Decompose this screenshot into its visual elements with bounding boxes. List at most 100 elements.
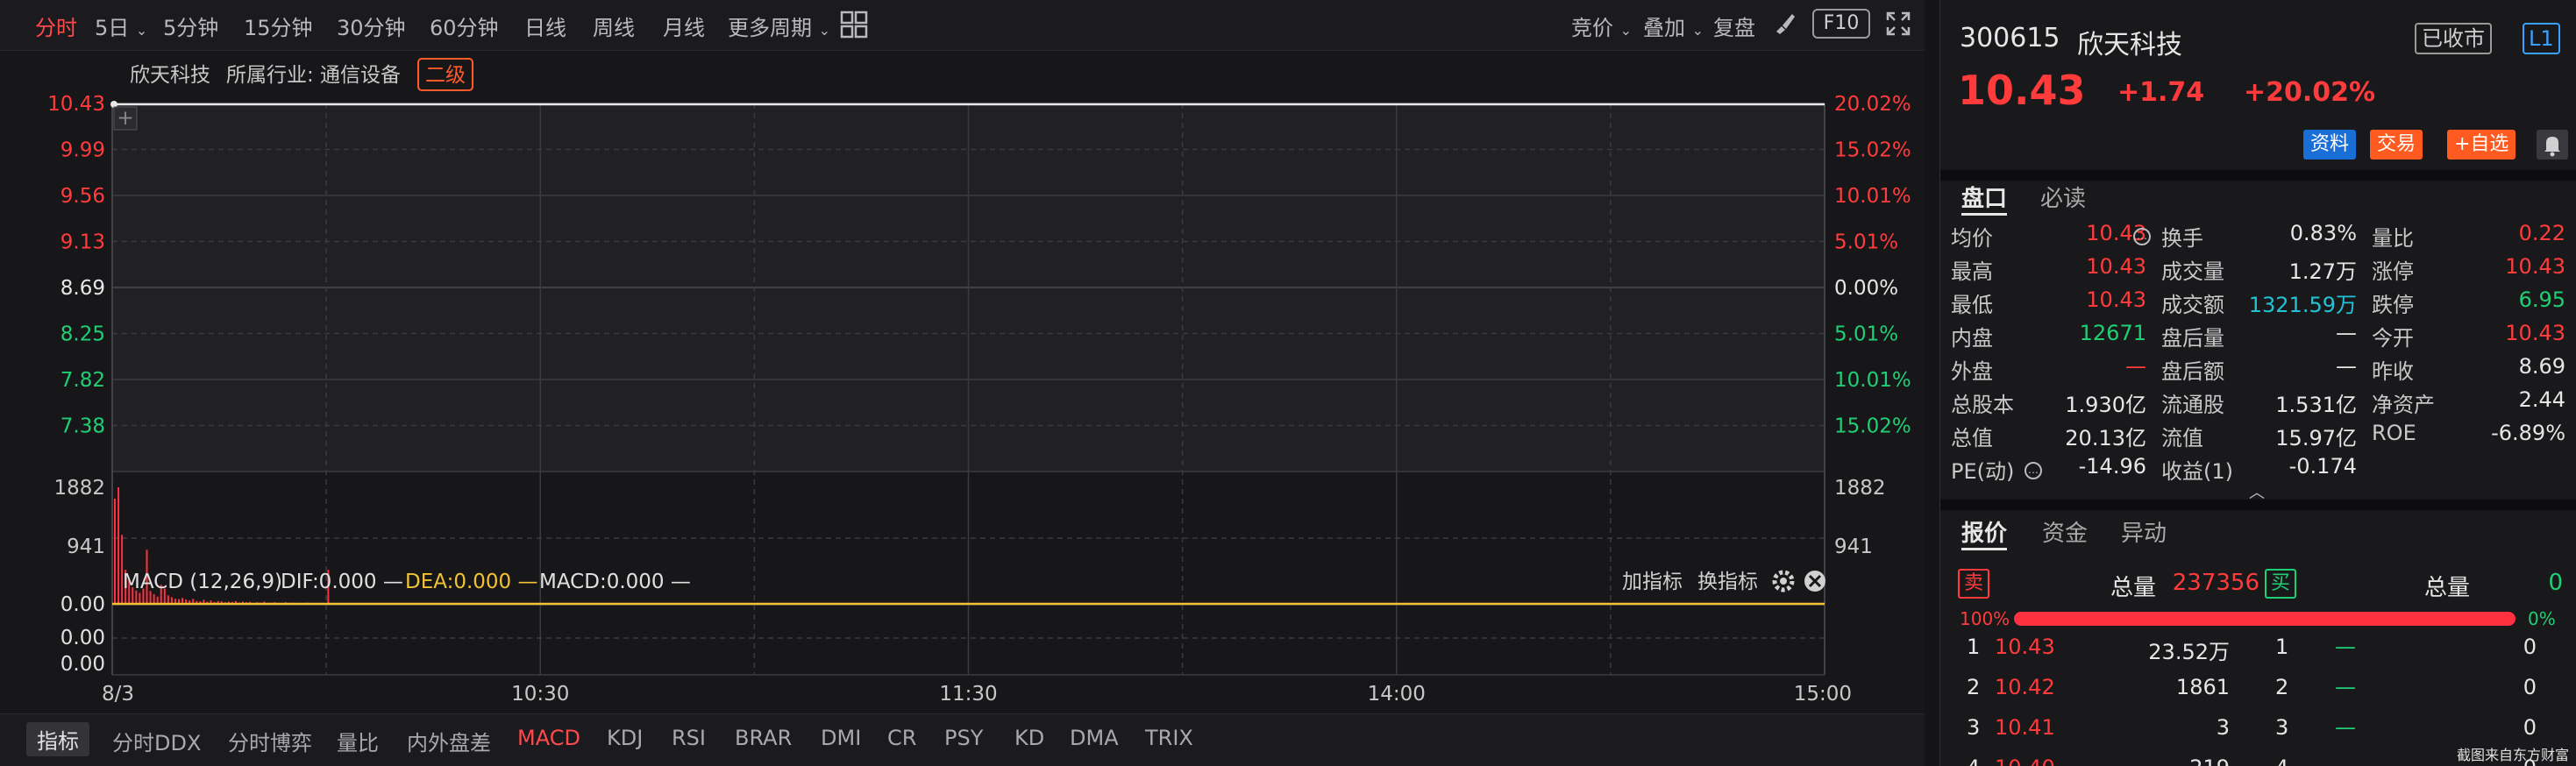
stat-label: PE(动) [1951,459,2015,484]
sell-price: 10.42 [1995,675,2055,699]
buy-price: — [2335,635,2356,659]
macd-tick-label: 0.00 [60,593,105,616]
add-indicator-button[interactable]: 加指标 [1622,571,1683,593]
period-daily-tab[interactable]: 日线 [524,11,566,41]
buy-total-label: 总量 [2424,575,2471,601]
tab-game[interactable]: 分时博弈 [228,726,312,756]
stat-value: 0.22 [2518,221,2565,245]
tab-trix[interactable]: TRIX [1145,726,1193,750]
time-tick-label: 15:00 [1794,683,1852,706]
intraday-chart[interactable]: 10.43 9.99 9.56 9.13 8.69 8.25 7.82 7.38 20.02%… [0,51,1925,713]
level-badge[interactable]: 二级 [425,64,466,87]
price-tick-label: 10.43 [47,93,105,116]
stat-label: 成交量 [2161,259,2224,284]
sell-quantity: 3 [2216,715,2230,740]
fullscreen-icon[interactable] [1885,11,1911,42]
stat-value: 1.531亿 [2275,393,2357,417]
buy-level: 3 [2275,715,2289,740]
stat-label: 盘后量 [2161,326,2224,351]
pct-tick-label: 5.01% [1834,323,1898,346]
time-tick-label: 8/3 [102,683,134,706]
tab-ddx[interactable]: 分时DDX [112,726,201,756]
grid-layout-icon[interactable] [840,11,868,44]
tab-movement[interactable]: 异动 [2121,515,2167,548]
stat-label: 涨停 [2372,259,2414,284]
current-price: 10.43 [1958,67,2086,114]
stat-value: 20.13亿 [2065,426,2146,450]
switch-indicator-button[interactable]: 换指标 [1697,571,1758,593]
profile-button[interactable]: 资料 [2303,130,2357,160]
f10-button[interactable]: F10 [1812,9,1870,39]
more-periods-menu[interactable]: 更多周期 ⌄ [728,11,830,41]
period-60min-tab[interactable]: 60分钟 [430,11,499,41]
brush-icon[interactable] [1773,11,1797,40]
volume-tick-label: 1882 [1834,477,1886,500]
overlay-menu[interactable]: 叠加 ⌄ [1643,11,1704,41]
tab-brar[interactable]: BRAR [735,726,792,750]
tab-inner-outer[interactable]: 内外盘差 [407,726,491,756]
stat-value: — [2336,354,2357,379]
price-change-pct: +20.02% [2244,77,2376,108]
sell-quantity: 219 [2098,755,2230,766]
stat-value: 2.44 [2518,387,2565,412]
level-badge-l1[interactable]: L1 [2523,23,2560,54]
period-30min-tab[interactable]: 30分钟 [337,11,406,41]
stat-label: 量比 [2372,226,2414,251]
tab-capital[interactable]: 资金 [2042,515,2088,548]
tab-kd[interactable]: KD [1014,726,1044,750]
stat-label: 净资产 [2372,393,2435,417]
trade-button[interactable]: 交易 [2370,130,2423,160]
active-tab-indicator [1961,548,2007,550]
stock-name: 欣天科技 [2077,30,2182,60]
tab-volume-ratio[interactable]: 量比 [337,726,379,756]
period-15min-tab[interactable]: 15分钟 [244,11,313,41]
macd-dea: DEA:0.000 — [405,571,537,593]
info-icon[interactable]: … [2133,228,2151,245]
price-tick-label: 9.99 [60,139,105,162]
tab-kdj[interactable]: KDJ [607,726,643,750]
buy-level: 2 [2275,675,2289,699]
time-tick-label: 14:00 [1368,683,1426,706]
macd-dif: DIF:0.000 — [281,571,403,593]
stat-label: 总值 [1951,426,1993,450]
close-icon[interactable] [1804,571,1825,592]
sell-quantity: 23.52万 [2148,640,2230,664]
auction-menu[interactable]: 竞价 ⌄ [1571,11,1632,41]
period-intraday-tab[interactable]: 分时 [35,11,77,41]
macd-axis: 0.00 0.00 0.00 [60,593,105,676]
stat-value: 10.43 [2086,254,2146,279]
pct-tick-label: 20.02% [1834,93,1911,116]
replay-button[interactable]: 复盘 [1713,11,1755,41]
period-5day-tab[interactable]: 5日 ⌄ [95,11,147,41]
tab-handicap[interactable]: 盘口 [1961,181,2007,213]
price-tick-label: 9.13 [60,231,105,254]
tab-macd[interactable]: MACD [517,726,580,750]
tab-must-read[interactable]: 必读 [2040,181,2086,213]
tab-quotes[interactable]: 报价 [1961,515,2007,548]
quote-panel: 300615 欣天科技 已收市 L1 10.43 +1.74 +20.02% 资… [1939,0,2576,766]
stat-value: — [2125,354,2146,379]
tab-dmi[interactable]: DMI [821,726,861,750]
stat-label: 流值 [2161,426,2203,450]
tab-cr[interactable]: CR [887,726,916,750]
tab-rsi[interactable]: RSI [672,726,706,750]
period-5min-tab[interactable]: 5分钟 [163,11,218,41]
tab-indicator[interactable]: 指标 [26,722,89,756]
period-weekly-tab[interactable]: 周线 [593,11,635,41]
buy-price: — [2335,675,2356,699]
add-watchlist-button[interactable]: +自选 [2447,130,2516,160]
info-icon[interactable]: … [2025,462,2042,479]
stat-label: 外盘 [1951,359,1993,384]
buy-level: 4 [2275,755,2288,766]
stat-value: 10.43 [2505,254,2565,279]
macd-value: MACD:0.000 — [539,571,691,593]
stat-label: 总股本 [1951,393,2014,417]
period-monthly-tab[interactable]: 月线 [663,11,705,41]
tab-psy[interactable]: PSY [944,726,983,750]
stat-label: 盘后额 [2161,359,2224,384]
bell-icon[interactable] [2537,130,2568,160]
stat-label: 均价 [1951,226,1993,251]
pct-tick-label: 15.02% [1834,139,1911,162]
tab-dma[interactable]: DMA [1070,726,1119,750]
market-status-badge: 已收市 [2415,23,2492,54]
